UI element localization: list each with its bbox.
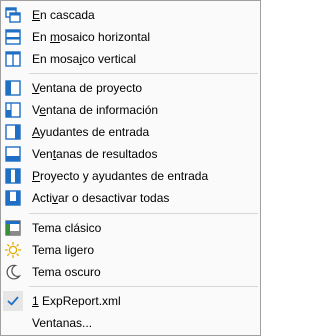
menu-item-label: En cascada [32, 8, 95, 22]
menu-separator [29, 73, 258, 74]
project-entry-icon [4, 167, 22, 185]
classic-theme-icon [4, 219, 22, 237]
menu-item-results-windows[interactable]: Ventanas de resultados [1, 143, 260, 165]
menu-item-tile-horizontal[interactable]: En mosaico horizontal [1, 26, 260, 48]
menu-item-label: 1 ExpReport.xml [32, 294, 121, 308]
info-window-icon [4, 101, 22, 119]
entry-helpers-icon [4, 123, 22, 141]
sun-icon [4, 241, 22, 259]
menu-item-info-window[interactable]: Ventana de información [1, 99, 260, 121]
menu-item-tile-vertical[interactable]: En mosaico vertical [1, 48, 260, 70]
menu-item-theme-classic[interactable]: Tema clásico [1, 217, 260, 239]
menu-item-open-document[interactable]: 1 ExpReport.xml [1, 290, 260, 312]
menu-item-label: Tema oscuro [32, 265, 101, 279]
menu-item-windows-dialog[interactable]: Ventanas... [1, 312, 260, 334]
cascade-windows-icon [4, 6, 22, 24]
menu-item-toggle-all[interactable]: Activar o desactivar todas [1, 187, 260, 209]
menu-item-label: Ventana de proyecto [32, 81, 143, 95]
checkmark-icon [4, 292, 22, 310]
menu-item-label: Proyecto y ayudantes de entrada [32, 169, 209, 183]
menu-item-label: En mosaico vertical [32, 52, 137, 66]
moon-icon [4, 263, 22, 281]
menu-item-label: Ayudantes de entrada [32, 125, 150, 139]
menu-item-cascade[interactable]: En cascada [1, 4, 260, 26]
menu-item-project-window[interactable]: Ventana de proyecto [1, 77, 260, 99]
menu-item-entry-helpers[interactable]: Ayudantes de entrada [1, 121, 260, 143]
menu-separator [29, 213, 258, 214]
menu-item-label: Ventanas de resultados [32, 147, 158, 161]
menu-item-theme-dark[interactable]: Tema oscuro [1, 261, 260, 283]
menu-item-label: Tema ligero [32, 243, 95, 257]
window-menu: En cascada En mosaico horizontal En mosa… [0, 0, 261, 336]
menu-item-project-and-entry-helpers[interactable]: Proyecto y ayudantes de entrada [1, 165, 260, 187]
menu-item-label: Ventanas... [32, 316, 93, 330]
menu-item-label: En mosaico horizontal [32, 30, 151, 44]
menu-separator [29, 286, 258, 287]
tile-vertical-icon [4, 50, 22, 68]
project-window-icon [4, 79, 22, 97]
tile-horizontal-icon [4, 28, 22, 46]
toggle-all-icon [4, 189, 22, 207]
menu-item-label: Ventana de información [32, 103, 159, 117]
menu-item-theme-light[interactable]: Tema ligero [1, 239, 260, 261]
results-window-icon [4, 145, 22, 163]
menu-item-label: Activar o desactivar todas [32, 191, 170, 205]
menu-item-label: Tema clásico [32, 221, 102, 235]
